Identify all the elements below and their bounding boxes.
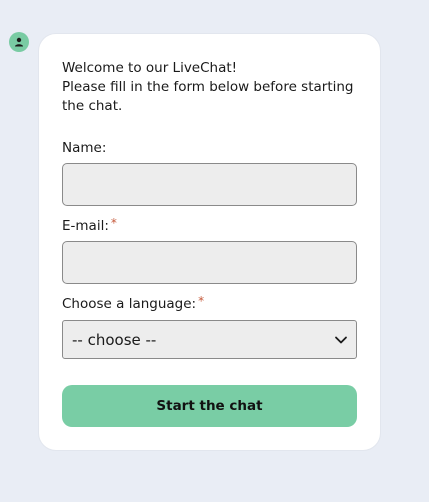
start-chat-button[interactable]: Start the chat	[62, 385, 357, 427]
name-label-text: Name:	[62, 140, 107, 156]
email-label: E-mail: *	[62, 216, 117, 235]
user-icon	[15, 37, 23, 47]
welcome-message: Welcome to our LiveChat! Please fill in …	[62, 59, 362, 116]
language-label-text: Choose a language:	[62, 296, 197, 312]
agent-avatar	[9, 32, 29, 52]
email-input[interactable]	[62, 241, 357, 284]
welcome-instructions: Please fill in the form below before sta…	[62, 79, 354, 114]
language-select-value: -- choose --	[72, 330, 157, 349]
chevron-down-icon	[335, 336, 347, 343]
required-marker: *	[110, 216, 117, 230]
welcome-title: Welcome to our LiveChat!	[62, 60, 238, 76]
name-label: Name:	[62, 140, 106, 157]
name-input[interactable]	[62, 163, 357, 206]
email-label-text: E-mail:	[62, 218, 109, 234]
prechat-form-card: Welcome to our LiveChat! Please fill in …	[38, 33, 381, 451]
required-marker: *	[198, 294, 205, 308]
language-select[interactable]: -- choose --	[62, 320, 357, 359]
language-label: Choose a language: *	[62, 294, 205, 313]
